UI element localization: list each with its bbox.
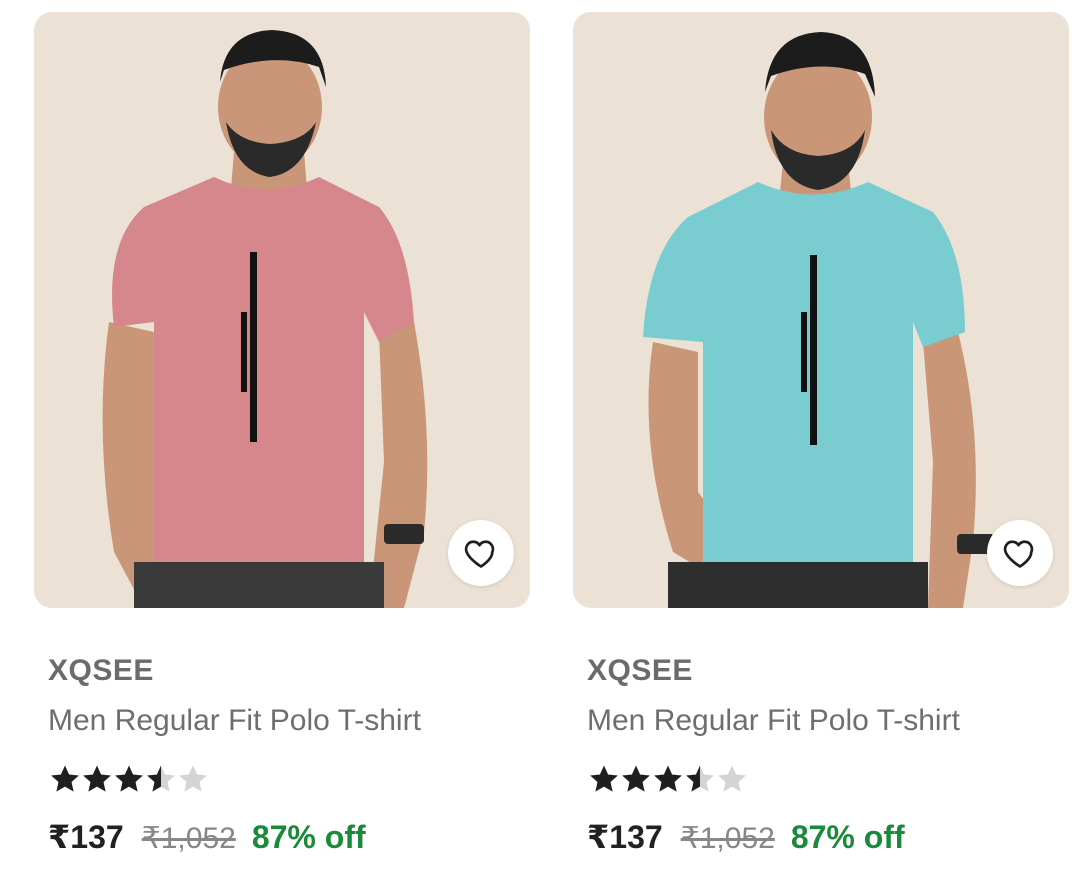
- star-filled-icon: [83, 765, 111, 792]
- product-grid: XQSEE Men Regular Fit Polo T-shirt ₹137 …: [0, 0, 1080, 890]
- product-title[interactable]: Men Regular Fit Polo T-shirt: [587, 704, 960, 738]
- brand-name: XQSEE: [48, 654, 154, 687]
- star-rating: [587, 760, 747, 798]
- star-half-icon: [686, 765, 714, 792]
- product-image[interactable]: [34, 12, 530, 608]
- star-filled-icon: [590, 765, 618, 792]
- star-empty-icon: [179, 765, 207, 792]
- star-filled-icon: [622, 765, 650, 792]
- wishlist-button[interactable]: [448, 520, 514, 586]
- selling-price: ₹137: [48, 819, 124, 855]
- heart-outline-icon: [1003, 540, 1034, 568]
- product-card[interactable]: XQSEE Men Regular Fit Polo T-shirt ₹137 …: [573, 12, 1069, 882]
- product-photo: [34, 12, 530, 608]
- product-photo: [573, 12, 1069, 608]
- star-half-icon: [147, 765, 175, 792]
- selling-price: ₹137: [587, 819, 663, 855]
- price-row: ₹137 ₹1,052 87% off: [48, 818, 366, 856]
- star-filled-icon: [115, 765, 143, 792]
- discount-label: 87% off: [251, 819, 366, 855]
- product-image[interactable]: [573, 12, 1069, 608]
- heart-outline-icon: [464, 540, 495, 568]
- product-title[interactable]: Men Regular Fit Polo T-shirt: [48, 704, 421, 738]
- star-empty-icon: [718, 765, 746, 792]
- discount-label: 87% off: [790, 819, 905, 855]
- brand-name: XQSEE: [587, 654, 693, 687]
- star-filled-icon: [51, 765, 79, 792]
- product-card[interactable]: XQSEE Men Regular Fit Polo T-shirt ₹137 …: [34, 12, 530, 882]
- wishlist-button[interactable]: [987, 520, 1053, 586]
- star-filled-icon: [654, 765, 682, 792]
- star-rating: [48, 760, 208, 798]
- original-price: ₹1,052: [680, 822, 775, 855]
- original-price: ₹1,052: [141, 822, 236, 855]
- price-row: ₹137 ₹1,052 87% off: [587, 818, 905, 856]
